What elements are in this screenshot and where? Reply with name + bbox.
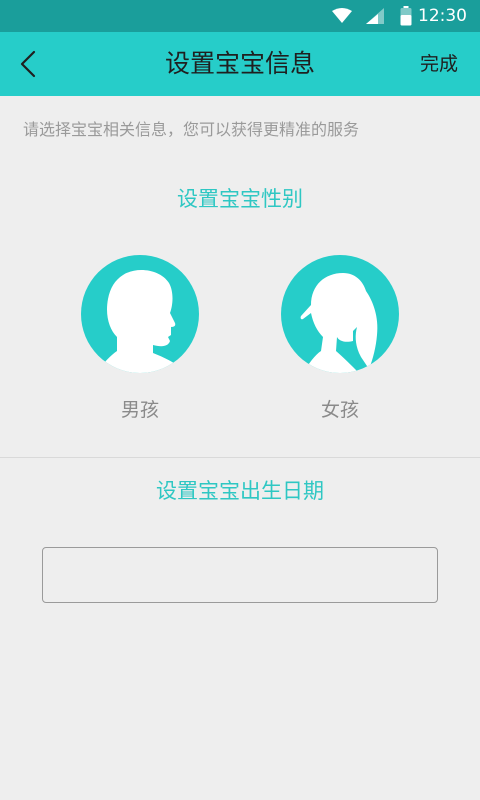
done-button[interactable]: 完成 <box>420 32 458 96</box>
gender-option-boy[interactable]: 男孩 <box>80 255 200 423</box>
boy-avatar[interactable] <box>81 255 199 373</box>
battery-icon <box>400 6 412 30</box>
birthday-date-field[interactable] <box>42 547 438 603</box>
gender-option-girl[interactable]: 女孩 <box>280 255 400 423</box>
gender-section-title: 设置宝宝性别 <box>177 187 303 211</box>
wifi-icon <box>332 8 352 28</box>
birthday-section-title: 设置宝宝出生日期 <box>156 479 324 503</box>
status-bar: 12:30 <box>0 0 480 32</box>
back-button[interactable] <box>16 50 44 78</box>
girl-label: 女孩 <box>320 399 359 421</box>
hint-text: 请选择宝宝相关信息，您可以获得更精准的服务 <box>23 120 360 139</box>
girl-silhouette-icon <box>300 273 378 373</box>
chevron-left-icon <box>20 50 36 78</box>
status-time: 12:30 <box>418 6 467 26</box>
section-divider <box>0 457 480 458</box>
boy-label: 男孩 <box>120 399 159 421</box>
page-title: 设置宝宝信息 <box>164 49 315 78</box>
girl-avatar[interactable] <box>281 255 399 373</box>
signal-icon <box>366 8 384 28</box>
boy-silhouette-icon <box>97 270 187 373</box>
app-bar: 设置宝宝信息 完成 <box>0 32 480 96</box>
